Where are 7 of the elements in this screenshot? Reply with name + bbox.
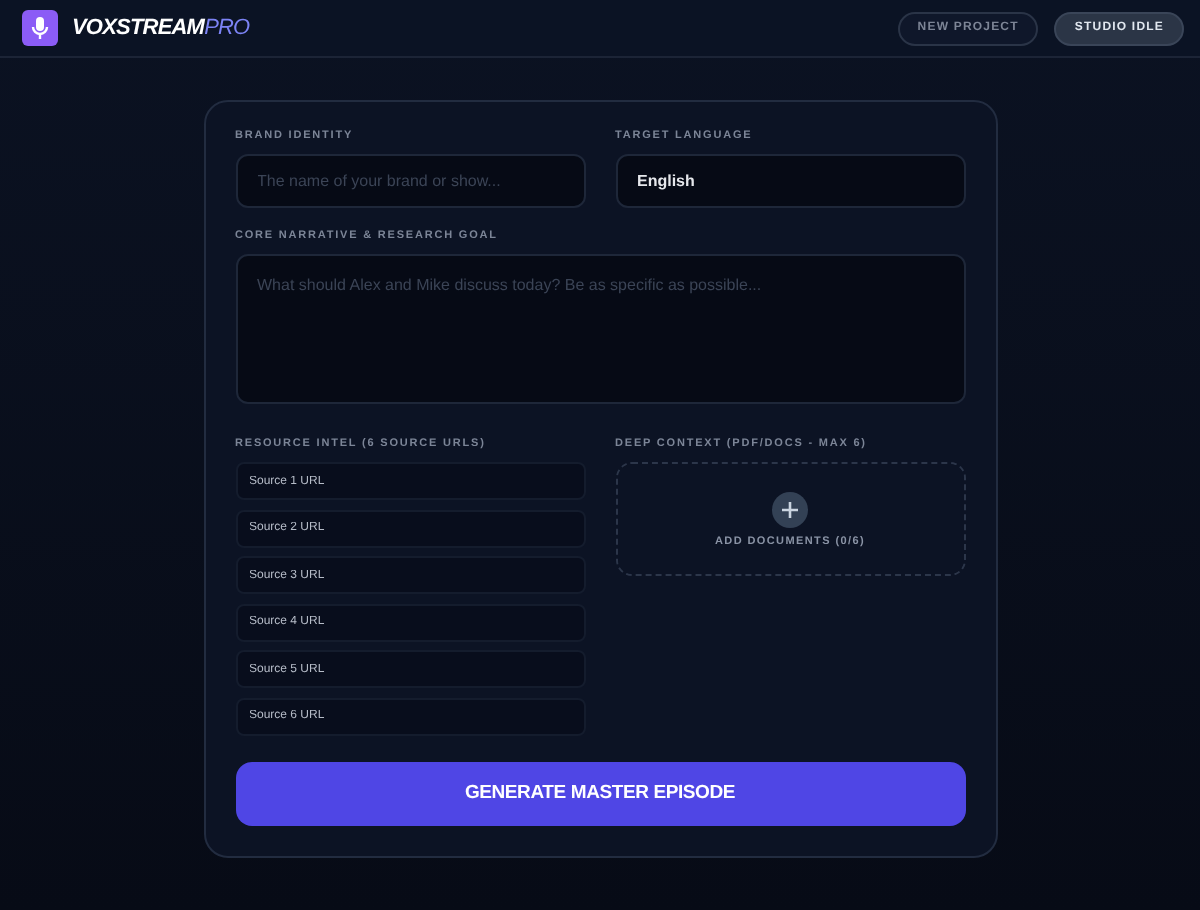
language-input-field[interactable]: English [615,154,965,208]
generate-button[interactable]: GENERATE MASTER EPISODE [235,761,965,825]
app-logo-text: VOXSTREAMPRO [72,16,250,40]
plus-icon [772,491,808,527]
brand-input-field[interactable]: The name of your brand or show... [235,154,585,208]
microphone-icon [22,10,58,46]
narrative-text-area[interactable]: What should Alex and Mike discuss today? Be as specific as possible... [235,254,965,404]
